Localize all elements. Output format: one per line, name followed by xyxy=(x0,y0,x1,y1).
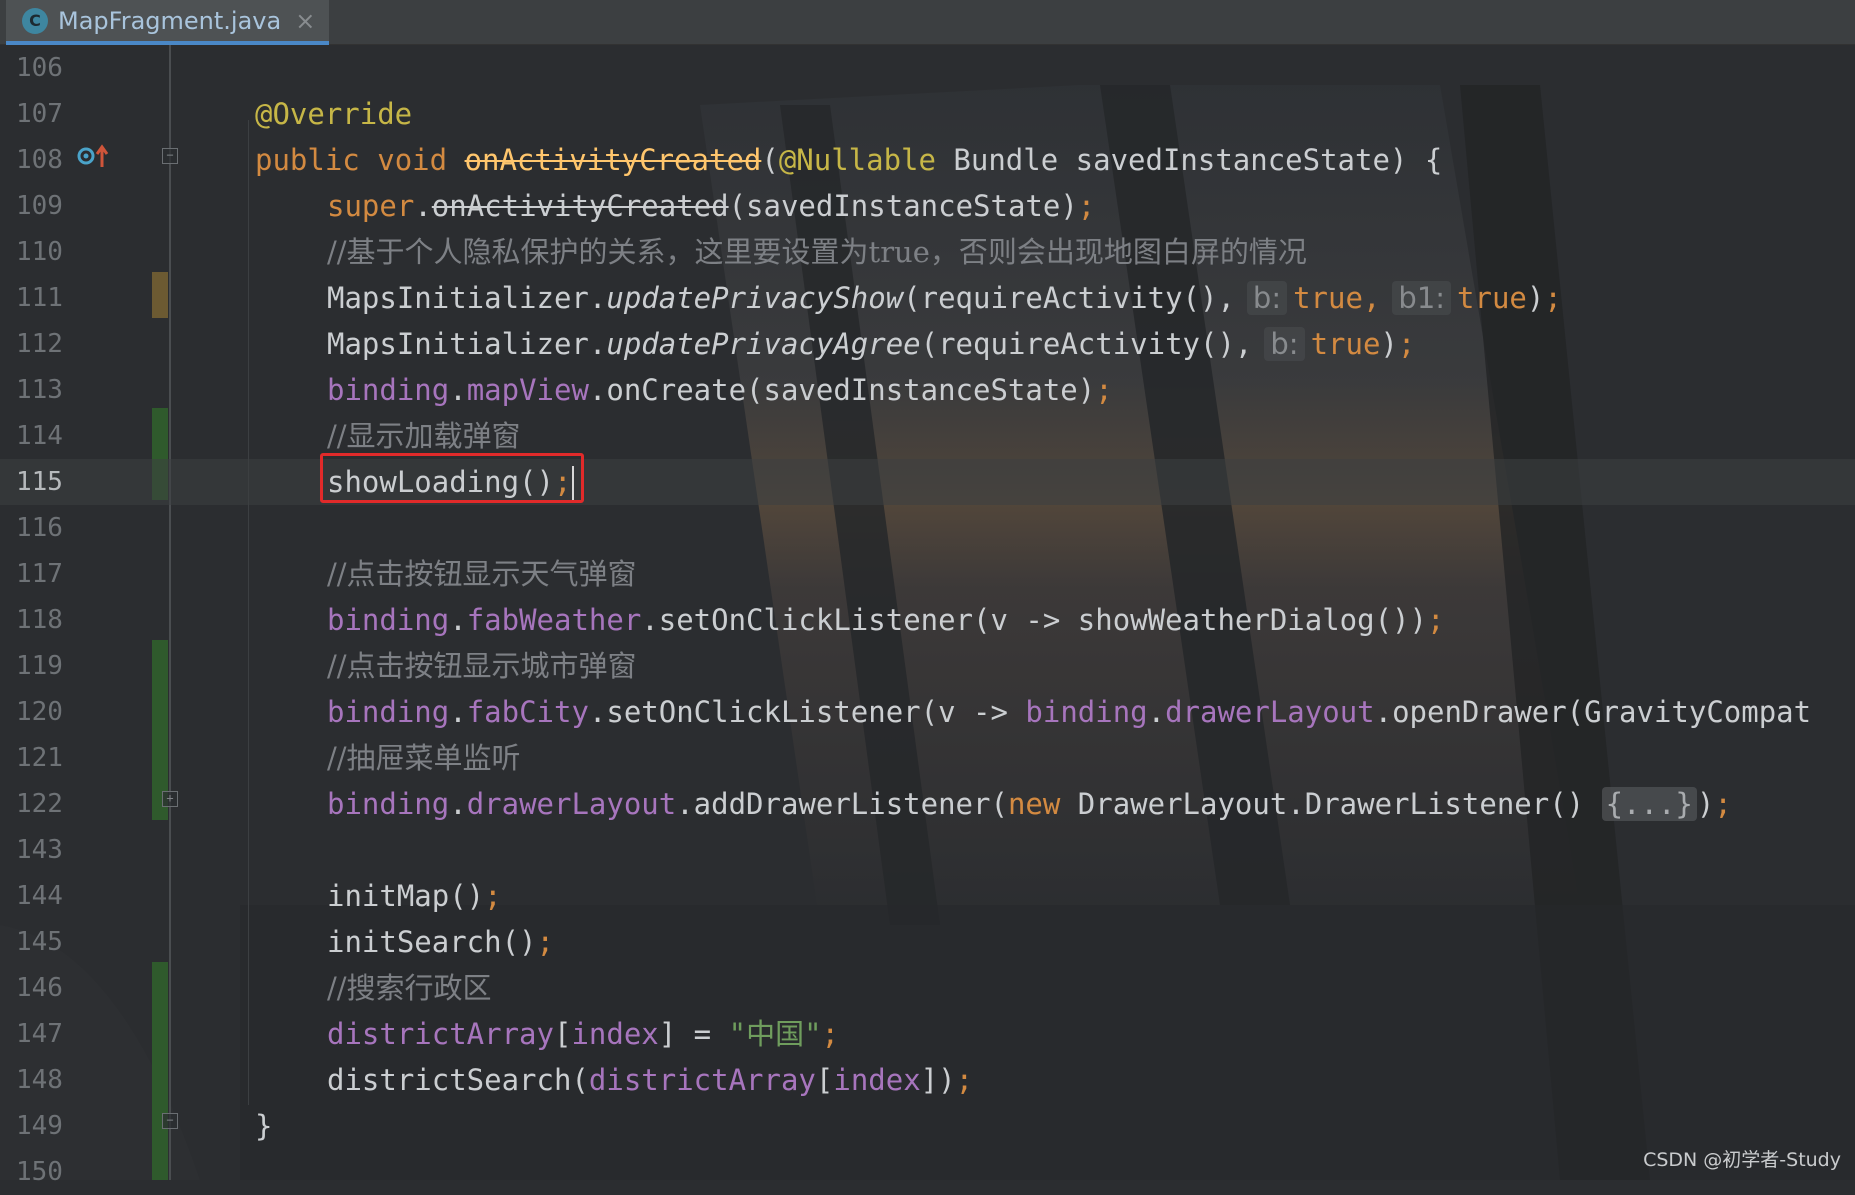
line-number: 122 xyxy=(16,789,63,819)
code-line: 112 MapsInitializer.updatePrivacyAgree(r… xyxy=(0,321,1855,367)
code-text: super.onActivityCreated(savedInstanceSta… xyxy=(327,189,1096,223)
code-line: 108 public void onActivityCreated(@Nulla… xyxy=(0,137,1855,183)
code-text: initMap(); xyxy=(327,879,502,913)
line-number: 111 xyxy=(16,283,63,313)
code-line: 144 initMap(); xyxy=(0,873,1855,919)
code-line: 146 //搜索行政区 xyxy=(0,965,1855,1011)
code-line: 106 xyxy=(0,45,1855,91)
code-line: 150 xyxy=(0,1149,1855,1195)
line-number: 121 xyxy=(16,743,63,773)
code-text: MapsInitializer.updatePrivacyAgree(requi… xyxy=(327,327,1416,361)
line-number: 143 xyxy=(16,835,63,865)
code-text: binding.mapView.onCreate(savedInstanceSt… xyxy=(327,373,1113,407)
code-line: 110 //基于个人隐私保护的关系，这里要设置为true，否则会出现地图白屏的情… xyxy=(0,229,1855,275)
line-number: 109 xyxy=(16,191,63,221)
line-number: 144 xyxy=(16,881,63,911)
code-comment: //点击按钮显示城市弹窗 xyxy=(327,649,637,683)
param-hint: b: xyxy=(1246,281,1288,315)
line-number: 146 xyxy=(16,973,63,1003)
line-number: 120 xyxy=(16,697,63,727)
code-line: 120 binding.fabCity.setOnClickListener(v… xyxy=(0,689,1855,735)
annotation-highlight-box xyxy=(320,453,584,503)
code-line: 147 districtArray[index] = "中国"; xyxy=(0,1011,1855,1057)
code-text: @Override xyxy=(255,97,413,131)
code-line: 111 MapsInitializer.updatePrivacyShow(re… xyxy=(0,275,1855,321)
code-comment: //抽屉菜单监听 xyxy=(327,741,521,775)
code-line: 114 //显示加载弹窗 xyxy=(0,413,1855,459)
code-line: 149 } xyxy=(0,1103,1855,1149)
watermark: CSDN @初学者-Study xyxy=(1643,1149,1841,1171)
folded-code-block[interactable]: {...} xyxy=(1601,787,1697,821)
code-line-current[interactable]: 115 showLoading(); xyxy=(0,459,1855,505)
line-number: 117 xyxy=(16,559,63,589)
code-line: 116 xyxy=(0,505,1855,551)
param-hint: b: xyxy=(1264,327,1305,361)
line-number: 118 xyxy=(16,605,63,635)
line-number: 119 xyxy=(16,651,63,681)
code-text: binding.fabCity.setOnClickListener(v -> … xyxy=(327,695,1812,729)
code-text: MapsInitializer.updatePrivacyShow(requir… xyxy=(327,281,1562,315)
tab-mapfragment[interactable]: C MapFragment.java × xyxy=(6,0,330,45)
code-text: binding.drawerLayout.addDrawerListener(n… xyxy=(327,787,1732,821)
close-icon[interactable]: × xyxy=(295,7,315,35)
code-comment: //点击按钮显示天气弹窗 xyxy=(327,557,637,591)
line-number: 112 xyxy=(16,329,63,359)
code-line: 113 binding.mapView.onCreate(savedInstan… xyxy=(0,367,1855,413)
code-line: 148 districtSearch(districtArray[index])… xyxy=(0,1057,1855,1103)
editor-tab-bar: C MapFragment.java × xyxy=(0,0,1855,45)
code-text: } xyxy=(255,1109,273,1143)
line-number: 145 xyxy=(16,927,63,957)
code-line: 107 @Override xyxy=(0,91,1855,137)
tab-label: MapFragment.java xyxy=(58,6,282,35)
code-line: 109 super.onActivityCreated(savedInstanc… xyxy=(0,183,1855,229)
code-text: public void onActivityCreated(@Nullable … xyxy=(255,143,1443,177)
line-number: 116 xyxy=(16,513,63,543)
java-class-icon: C xyxy=(22,7,48,34)
code-line: 118 binding.fabWeather.setOnClickListene… xyxy=(0,597,1855,643)
code-line: 122 binding.drawerLayout.addDrawerListen… xyxy=(0,781,1855,827)
code-comment: //基于个人隐私保护的关系，这里要设置为true，否则会出现地图白屏的情况 xyxy=(327,235,1307,269)
code-line: 145 initSearch(); xyxy=(0,919,1855,965)
code-line: 121 //抽屉菜单监听 xyxy=(0,735,1855,781)
line-number: 108 xyxy=(16,145,63,175)
line-number: 150 xyxy=(16,1157,63,1187)
line-number: 113 xyxy=(16,375,63,405)
line-number: 110 xyxy=(16,237,63,267)
line-number: 115 xyxy=(16,467,63,497)
line-number: 107 xyxy=(16,99,63,129)
line-number: 114 xyxy=(16,421,63,451)
code-text: districtSearch(districtArray[index]); xyxy=(327,1063,974,1097)
line-number: 106 xyxy=(16,53,63,83)
code-line: 117 //点击按钮显示天气弹窗 xyxy=(0,551,1855,597)
line-number: 149 xyxy=(16,1111,63,1141)
code-line: 119 //点击按钮显示城市弹窗 xyxy=(0,643,1855,689)
line-number: 148 xyxy=(16,1065,63,1095)
code-text: initSearch(); xyxy=(327,925,554,959)
line-number: 147 xyxy=(16,1019,63,1049)
code-comment: //搜索行政区 xyxy=(327,971,492,1005)
code-text: binding.fabWeather.setOnClickListener(v … xyxy=(327,603,1445,637)
code-line: 143 xyxy=(0,827,1855,873)
param-hint: b1: xyxy=(1392,281,1452,315)
code-text: districtArray[index] = "中国"; xyxy=(327,1017,839,1051)
